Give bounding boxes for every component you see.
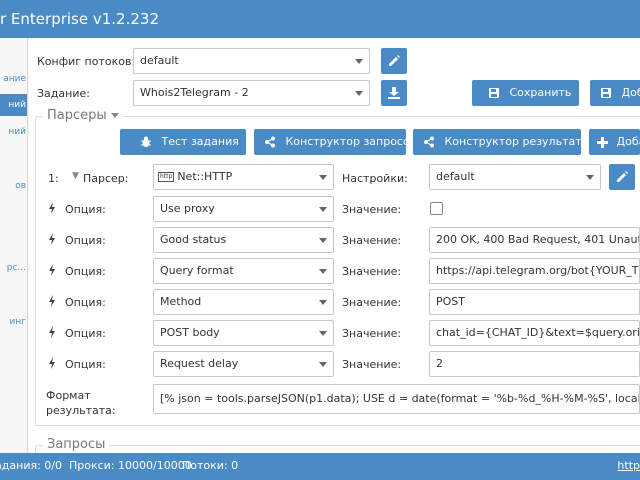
bolt-icon[interactable] — [48, 357, 56, 369]
pencil-icon — [389, 55, 400, 66]
sidebar-item-3[interactable]: ний — [0, 121, 27, 143]
homepage-link[interactable]: http — [617, 459, 640, 472]
bolt-icon[interactable] — [48, 295, 56, 307]
parsers-legend[interactable]: Парсеры — [43, 108, 123, 123]
save-as-button[interactable]: Доба — [590, 80, 640, 106]
chevron-down-icon — [355, 91, 363, 96]
option-value-input[interactable]: https://api.telegram.org/bot{YOUR_TOKE — [429, 258, 640, 284]
status-bar: Задания: 0/0 Прокси: 10000/10000 Потоки:… — [0, 453, 640, 480]
chevron-down-icon — [355, 59, 363, 64]
sidebar-item-6[interactable]: инг — [0, 311, 27, 333]
sidebar-item-1[interactable]: ание — [0, 68, 27, 90]
chevron-down-icon — [319, 300, 327, 305]
main-panel: Конфиг потоков: default Задание: Whois2T… — [29, 38, 640, 453]
config-label: Конфиг потоков: — [37, 55, 136, 68]
sidebar-item-4[interactable]: ов — [0, 175, 27, 197]
settings-label: Настройки: — [342, 172, 408, 185]
window-title: r Enterprise v1.2.232 — [0, 10, 159, 28]
option-value-input[interactable]: 2 — [429, 351, 640, 377]
edit-settings-button[interactable] — [609, 164, 635, 190]
option-select[interactable]: Request delay — [153, 351, 334, 377]
bolt-icon[interactable] — [48, 202, 56, 214]
option-label: Опция: — [65, 296, 106, 309]
value-label: Значение: — [342, 265, 402, 278]
option-select[interactable]: Use proxy — [153, 196, 334, 222]
http-icon: http — [158, 172, 175, 182]
value-label: Значение: — [342, 296, 402, 309]
use-proxy-checkbox[interactable] — [430, 202, 443, 215]
option-value-input[interactable]: chat_id={CHAT_ID}&text=$query.orig — [429, 320, 640, 346]
parser-label: Парсер: — [83, 172, 129, 185]
add-parser-button[interactable]: Доба — [589, 129, 640, 155]
result-format-label: Формат — [46, 389, 91, 402]
parser-index: 1: — [48, 172, 59, 185]
title-bar: r Enterprise v1.2.232 — [0, 0, 640, 38]
settings-select[interactable]: default — [429, 164, 601, 190]
share-icon — [424, 136, 434, 148]
option-select[interactable]: Good status — [153, 227, 334, 253]
download-icon — [388, 87, 400, 99]
sidebar-item-5[interactable]: рс... — [0, 257, 27, 279]
collapse-parser-icon[interactable]: ▼ — [72, 171, 79, 181]
test-task-button[interactable]: Тест задания — [120, 129, 246, 155]
config-select[interactable]: default — [133, 48, 370, 74]
option-label: Опция: — [65, 234, 106, 247]
value-label: Значение: — [342, 234, 402, 247]
chevron-down-icon — [319, 238, 327, 243]
query-builder-button[interactable]: Конструктор запросов — [254, 129, 406, 155]
bolt-icon[interactable] — [48, 264, 56, 276]
download-task-button[interactable] — [381, 80, 407, 106]
share-icon — [265, 136, 275, 148]
plus-icon — [597, 136, 608, 148]
option-select[interactable]: Query format — [153, 258, 334, 284]
bug-icon — [141, 136, 151, 147]
floppy-icon — [489, 88, 499, 98]
chevron-down-icon — [319, 362, 327, 367]
value-label: Значение: — [342, 358, 402, 371]
chevron-down-icon — [319, 331, 327, 336]
task-select[interactable]: Whois2Telegram - 2 — [133, 80, 370, 106]
sidebar: ание ний ний ов рс... инг — [0, 38, 28, 453]
value-label: Значение: — [342, 327, 402, 340]
chevron-down-icon — [586, 175, 594, 180]
pencil-icon — [617, 171, 628, 182]
value-label: Значение: — [342, 203, 402, 216]
bolt-icon[interactable] — [48, 326, 56, 338]
option-select[interactable]: POST body — [153, 320, 334, 346]
result-format-label-2: результата: — [46, 404, 116, 417]
option-value-input[interactable]: 200 OK, 400 Bad Request, 401 Unauthori — [429, 227, 640, 253]
sidebar-item-2[interactable]: ний — [0, 94, 27, 116]
save-button[interactable]: Сохранить — [472, 80, 579, 106]
option-label: Опция: — [65, 203, 106, 216]
proxies-status: Прокси: 10000/10000 — [69, 459, 192, 472]
requests-fieldset — [35, 445, 640, 453]
chevron-down-icon — [319, 175, 327, 180]
option-select[interactable]: Method — [153, 289, 334, 315]
floppy-icon — [601, 88, 611, 98]
option-label: Опция: — [65, 265, 106, 278]
task-label: Задание: — [37, 87, 90, 100]
option-label: Опция: — [65, 327, 106, 340]
option-value-input[interactable]: POST — [429, 289, 640, 315]
parser-select[interactable]: http Net::HTTP — [153, 164, 334, 190]
edit-config-button[interactable] — [381, 48, 407, 74]
caret-down-icon — [110, 113, 119, 118]
option-label: Опция: — [65, 358, 106, 371]
result-builder-button[interactable]: Конструктор результатов — [413, 129, 581, 155]
chevron-down-icon — [319, 207, 327, 212]
threads-status: Потоки: 0 — [182, 459, 239, 472]
bolt-icon[interactable] — [48, 233, 56, 245]
requests-legend[interactable]: Запросы — [43, 437, 110, 452]
result-format-input[interactable]: [% json = tools.parseJSON(p1.data); USE … — [153, 384, 640, 414]
chevron-down-icon — [319, 269, 327, 274]
tasks-status: Задания: 0/0 — [0, 459, 63, 472]
